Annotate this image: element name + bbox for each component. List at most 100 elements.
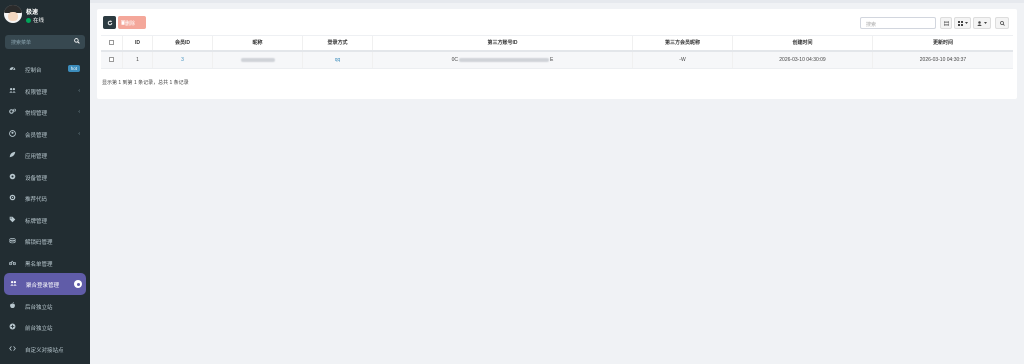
hot-badge: hot bbox=[67, 65, 80, 72]
sidebar-item-referral[interactable]: 推荐代码 bbox=[0, 187, 90, 209]
toggle-view-button[interactable] bbox=[940, 17, 952, 29]
sidebar-item-label: 推荐代码 bbox=[25, 197, 48, 203]
table-search-input[interactable]: 搜索 bbox=[860, 17, 936, 29]
sidebar-item-blacklist[interactable]: 黑名单管理 bbox=[0, 252, 90, 274]
column-header-login-type[interactable]: 登录方式 bbox=[303, 36, 373, 50]
sidebar-item-unlock-codes[interactable]: 解锁码管理 bbox=[0, 230, 90, 252]
row-select-cell bbox=[101, 52, 123, 68]
column-header-id[interactable]: ID bbox=[123, 36, 153, 50]
sidebar-item-label: 后台独立站 bbox=[25, 304, 53, 311]
sidebar-search-placeholder: 搜索菜单 bbox=[11, 40, 32, 46]
cell-id: 1 bbox=[123, 52, 153, 68]
sidebar-item-label: 聚合登录管理 bbox=[26, 283, 60, 289]
sidebar-item-label: 标牌管理 bbox=[25, 218, 48, 225]
search-icon[interactable] bbox=[74, 38, 80, 44]
search-icon bbox=[1000, 20, 1005, 26]
sidebar-item-label: 解锁码管理 bbox=[25, 240, 53, 246]
select-all-cell bbox=[101, 36, 123, 50]
third-party-id-end: E bbox=[550, 57, 554, 63]
column-header-updated-at[interactable]: 更新时间 bbox=[873, 36, 1013, 50]
chevron-left-icon: ‹ bbox=[78, 130, 80, 137]
target-icon bbox=[9, 194, 16, 201]
chevron-left-icon: ‹ bbox=[78, 87, 80, 94]
users-icon bbox=[9, 87, 16, 93]
sidebar-item-apps[interactable]: 应用管理 bbox=[0, 144, 90, 166]
row-checkbox[interactable] bbox=[109, 57, 114, 63]
grid-icon bbox=[958, 20, 963, 26]
sidebar-item-aggregate-login[interactable]: 聚合登录管理 bbox=[4, 273, 86, 295]
column-header-created-at[interactable]: 创建时间 bbox=[733, 36, 873, 50]
user-circle-icon bbox=[9, 129, 16, 137]
cell-third-party-id: 0C E bbox=[373, 52, 633, 68]
column-header-nickname[interactable]: 昵称 bbox=[213, 36, 303, 50]
online-dot-icon bbox=[26, 17, 31, 23]
sidebar-item-frontend-site[interactable]: 前台独立站 bbox=[0, 316, 90, 338]
table-row[interactable]: 1 3 qq 0C E -W 2026-03-10 04:30:09 2026-0… bbox=[101, 52, 1013, 69]
sidebar-item-tags[interactable]: 标牌管理 bbox=[0, 209, 90, 231]
sidebar-item-general[interactable]: 常规管理 ‹ bbox=[0, 101, 90, 123]
user-status-text: 在线 bbox=[33, 18, 45, 24]
bicycle-icon bbox=[9, 260, 16, 265]
redacted-nickname bbox=[240, 57, 275, 62]
user-status: 在线 bbox=[26, 16, 44, 24]
delete-button-label: 删除 bbox=[125, 21, 136, 27]
sidebar-item-label: 黑名单管理 bbox=[25, 261, 53, 268]
cogs-icon bbox=[9, 108, 16, 114]
cell-member-id-link[interactable]: 3 bbox=[153, 52, 213, 68]
refresh-button[interactable] bbox=[103, 16, 116, 29]
sidebar-item-label: 常规管理 bbox=[25, 111, 48, 117]
apple-icon bbox=[10, 301, 15, 308]
third-party-id-start: 0C bbox=[451, 57, 459, 63]
sidebar-item-backend-site[interactable]: 后台独立站 bbox=[0, 295, 90, 317]
sidebar-item-label: 自定义对接站点 bbox=[25, 347, 64, 354]
users-icon bbox=[10, 280, 17, 286]
chevron-left-icon: ‹ bbox=[78, 109, 80, 115]
sidebar-item-label: 权限管理 bbox=[25, 89, 48, 96]
active-indicator-icon bbox=[74, 280, 82, 288]
export-dropdown-button[interactable] bbox=[973, 17, 991, 29]
sidebar-item-members[interactable]: 会员管理 ‹ bbox=[0, 123, 90, 145]
pagination-summary: 显示第 1 到第 1 条记录，总共 1 条记录 bbox=[102, 80, 189, 86]
plus-circle-icon bbox=[9, 323, 16, 330]
redacted-third-party-id bbox=[459, 57, 550, 62]
circle-icon bbox=[9, 173, 16, 179]
column-header-third-party-nickname[interactable]: 第三方会员昵称 bbox=[633, 36, 733, 50]
dashboard-icon bbox=[9, 67, 16, 71]
avatar[interactable] bbox=[4, 5, 22, 23]
sidebar-menu: 控制台 hot 权限管理 ‹ 常规管理 ‹ 会员管理 ‹ 应用管理 设备管理 推… bbox=[0, 58, 90, 359]
user-panel: 极速 在线 bbox=[0, 0, 90, 30]
cell-third-party-nickname: -W bbox=[633, 52, 733, 68]
columns-dropdown-button[interactable] bbox=[954, 17, 971, 29]
table-search-placeholder: 搜索 bbox=[866, 22, 877, 28]
sidebar-item-devices[interactable]: 设备管理 bbox=[0, 166, 90, 188]
sidebar-item-custom-site[interactable]: 自定义对接站点 bbox=[0, 338, 90, 360]
table-header: ID 会员ID 昵称 登录方式 第三方账号ID 第三方会员昵称 创建时间 更新时… bbox=[101, 35, 1013, 52]
column-header-third-party-id[interactable]: 第三方账号ID bbox=[373, 36, 633, 50]
delete-button[interactable]: 删除 bbox=[118, 16, 146, 29]
user-name: 极速 bbox=[26, 10, 39, 16]
sidebar-item-label: 设备管理 bbox=[25, 175, 48, 182]
sidebar-item-label: 应用管理 bbox=[25, 154, 48, 160]
sidebar-item-dashboard[interactable]: 控制台 hot bbox=[0, 58, 90, 80]
leaf-icon bbox=[9, 151, 16, 158]
sidebar-search-input[interactable]: 搜索菜单 bbox=[5, 35, 85, 49]
top-strip bbox=[90, 0, 1024, 3]
user-icon bbox=[977, 20, 982, 26]
sidebar: 极速 在线 搜索菜单 控制台 hot 权限管理 ‹ 常规管理 ‹ 会员管理 ‹ bbox=[0, 0, 90, 364]
advanced-search-button[interactable] bbox=[995, 17, 1009, 29]
sidebar-item-label: 控制台 bbox=[25, 68, 42, 74]
caret-down-icon bbox=[965, 22, 968, 24]
list-icon bbox=[944, 20, 949, 26]
cell-created-at: 2026-03-10 04:30:09 bbox=[733, 52, 873, 68]
content-panel: 删除 搜索 ID 会员ID 昵称 登录方式 第三方账号ID 第三方会员昵称 创建… bbox=[97, 9, 1017, 99]
data-table: ID 会员ID 昵称 登录方式 第三方账号ID 第三方会员昵称 创建时间 更新时… bbox=[101, 35, 1013, 69]
cell-login-type-link[interactable]: qq bbox=[303, 52, 373, 68]
code-icon bbox=[9, 345, 16, 351]
column-header-member-id[interactable]: 会员ID bbox=[153, 36, 213, 50]
select-all-checkbox[interactable] bbox=[109, 40, 114, 46]
cell-nickname bbox=[213, 52, 303, 68]
layers-icon bbox=[9, 238, 16, 244]
sidebar-item-permissions[interactable]: 权限管理 ‹ bbox=[0, 80, 90, 102]
refresh-icon bbox=[107, 19, 112, 25]
caret-down-icon bbox=[984, 22, 987, 24]
